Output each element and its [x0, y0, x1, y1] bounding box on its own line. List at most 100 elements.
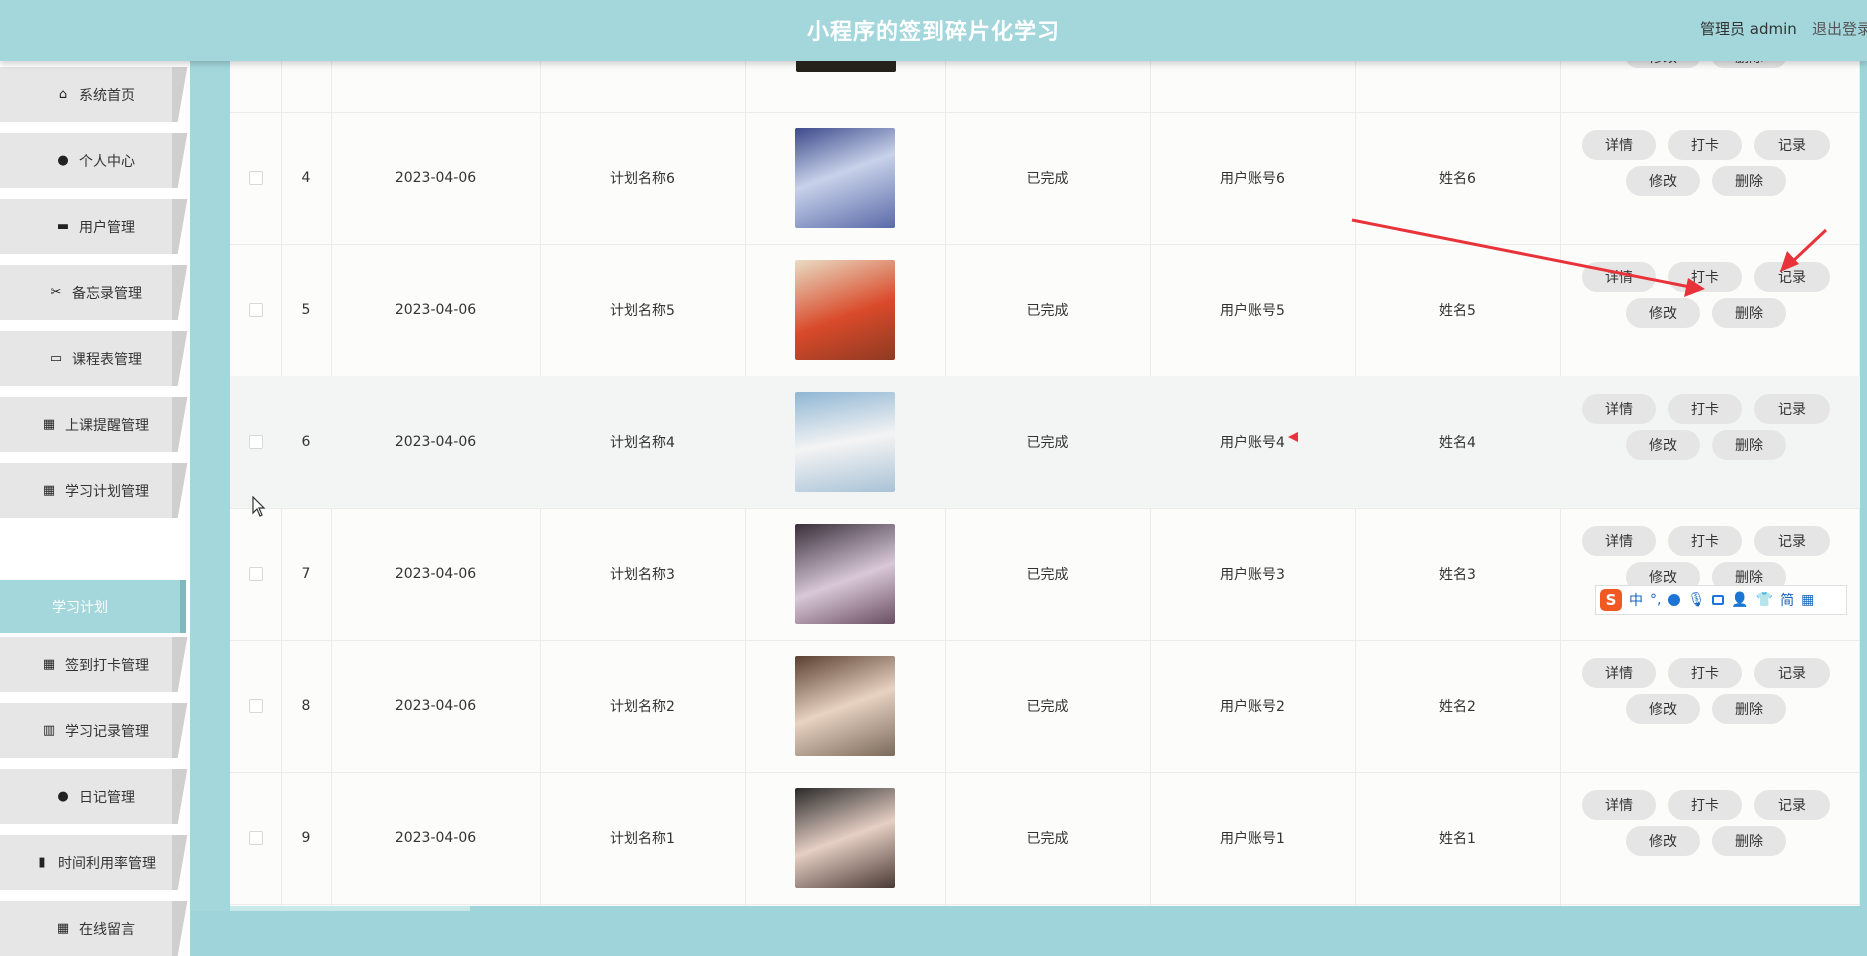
edit-button[interactable]: 修改: [1626, 166, 1700, 196]
row-date: 2023-04-06: [394, 170, 477, 186]
edit-button[interactable]: 修改: [1626, 826, 1700, 856]
sidebar-item-label: 备忘录管理: [72, 285, 142, 302]
delete-button[interactable]: 删除: [1712, 298, 1786, 328]
edit-button[interactable]: 修改: [1626, 694, 1700, 724]
row-status: 已完成: [1026, 567, 1069, 583]
sidebar-item-time-usage[interactable]: ▮ 时间利用率管理: [0, 835, 190, 890]
row-index: 5: [301, 302, 311, 318]
sidebar-item-study-record[interactable]: ▥ 学习记录管理: [0, 703, 190, 758]
punch-button[interactable]: 打卡: [1668, 394, 1742, 424]
delete-button[interactable]: 删除: [1712, 694, 1786, 724]
sidebar-item-users[interactable]: ▬ 用户管理: [0, 199, 190, 254]
record-button[interactable]: 记录: [1754, 790, 1830, 820]
sidebar-item-message[interactable]: ▦ 在线留言: [0, 901, 190, 956]
current-user: 管理员 admin: [1700, 20, 1797, 38]
sidebar-item-home[interactable]: ⌂ 系统首页: [0, 67, 190, 122]
sidebar-subitem-study-plan[interactable]: 学习计划: [0, 580, 186, 633]
grid-icon: ▦: [42, 417, 56, 432]
detail-button[interactable]: 详情: [1582, 526, 1656, 556]
delete-button[interactable]: 删除: [1712, 166, 1786, 196]
microphone-icon[interactable]: 🎙: [1687, 592, 1705, 608]
grid-icon: ▦: [56, 921, 70, 936]
sidebar-item-diary[interactable]: ● 日记管理: [0, 769, 190, 824]
record-button[interactable]: 记录: [1754, 262, 1830, 292]
row-checkbox[interactable]: [248, 435, 263, 449]
row-status: 已完成: [1026, 303, 1069, 319]
row-name: 姓名4: [1439, 435, 1476, 451]
plan-image: [795, 524, 895, 624]
punch-button[interactable]: 打卡: [1668, 658, 1742, 688]
sidebar-item-profile[interactable]: ● 个人中心: [0, 133, 190, 188]
record-button[interactable]: 记录: [1754, 130, 1830, 160]
sogou-logo-icon: S: [1600, 589, 1622, 611]
grid-icon[interactable]: ▦: [1801, 592, 1814, 608]
skin-icon[interactable]: 👕: [1756, 592, 1773, 608]
record-button[interactable]: 记录: [1754, 394, 1830, 424]
user-icon: ●: [57, 153, 69, 168]
punch-button[interactable]: 打卡: [1668, 130, 1742, 160]
grid-icon: ▦: [42, 657, 56, 672]
row-status: 已完成: [1026, 699, 1069, 715]
row-name: 姓名3: [1439, 567, 1476, 583]
plan-image: [795, 656, 895, 756]
detail-button[interactable]: 详情: [1582, 658, 1656, 688]
horizontal-scrollbar[interactable]: [230, 906, 470, 911]
row-account: 用户账号6: [1220, 171, 1285, 187]
home-icon: ⌂: [58, 87, 68, 102]
row-date: 2023-04-06: [394, 698, 477, 714]
sidebar: ⌂ 系统首页 ● 个人中心 ▬ 用户管理 ✂ 备忘录管理 ▭ 课程表管理 ▦ 上课提醒管理 …: [0, 61, 190, 956]
edit-button[interactable]: 修改: [1626, 298, 1700, 328]
sidebar-item-label: 学习计划管理: [65, 483, 149, 500]
logout-link[interactable]: 退出登录: [1812, 18, 1867, 39]
ime-simplified[interactable]: 简: [1780, 590, 1794, 610]
row-date: 2023-04-06: [394, 302, 477, 318]
ime-language[interactable]: 中: [1629, 590, 1643, 610]
user-icon[interactable]: 👤: [1731, 592, 1748, 608]
row-status: 已完成: [1026, 171, 1069, 187]
punch-button[interactable]: 打卡: [1668, 526, 1742, 556]
sidebar-item-checkin[interactable]: ▦ 签到打卡管理: [0, 637, 190, 692]
ime-toolbar[interactable]: S 中 °, 🎙 👤 👕 简 ▦: [1595, 585, 1847, 615]
row-account: 用户账号2: [1220, 699, 1285, 715]
sidebar-item-memo[interactable]: ✂ 备忘录管理: [0, 265, 190, 320]
record-button[interactable]: 记录: [1754, 526, 1830, 556]
detail-button[interactable]: 详情: [1582, 130, 1656, 160]
row-index: 8: [301, 698, 311, 714]
keyboard-icon[interactable]: [1712, 595, 1725, 605]
row-name: 姓名6: [1439, 171, 1476, 187]
grid-icon: ▦: [42, 483, 56, 498]
sidebar-item-schedule[interactable]: ▭ 课程表管理: [0, 331, 190, 386]
app-title: 小程序的签到碎片化学习: [806, 20, 1060, 45]
bar-chart-icon: ▮: [38, 855, 46, 870]
punch-button[interactable]: 打卡: [1668, 262, 1742, 292]
row-date: 2023-04-06: [394, 566, 477, 582]
row-checkbox[interactable]: [248, 171, 263, 185]
row-checkbox[interactable]: [248, 831, 263, 845]
table-row: 5 2023-04-06 计划名称5 已完成 用户账号5 姓名5 详情 打卡 记…: [230, 244, 1860, 377]
row-account: 用户账号5: [1220, 303, 1285, 319]
record-button[interactable]: 记录: [1754, 658, 1830, 688]
detail-button[interactable]: 详情: [1582, 262, 1656, 292]
emoji-icon[interactable]: [1668, 594, 1681, 606]
punch-button[interactable]: 打卡: [1668, 790, 1742, 820]
sidebar-item-label: 上课提醒管理: [65, 417, 149, 434]
delete-button[interactable]: 删除: [1712, 826, 1786, 856]
delete-button[interactable]: 删除: [1712, 430, 1786, 460]
row-date: 2023-04-06: [394, 434, 477, 450]
row-checkbox[interactable]: [248, 303, 263, 317]
row-index: 7: [301, 566, 311, 582]
row-checkbox[interactable]: [248, 567, 263, 581]
row-plan-name: 计划名称6: [610, 171, 675, 187]
sidebar-item-label: 日记管理: [79, 789, 135, 806]
sidebar-item-class-reminder[interactable]: ▦ 上课提醒管理: [0, 397, 190, 452]
row-checkbox[interactable]: [248, 699, 263, 713]
mouse-cursor-icon: [252, 496, 266, 517]
row-plan-name: 计划名称3: [610, 567, 675, 583]
detail-button[interactable]: 详情: [1582, 394, 1656, 424]
sidebar-item-study-plan[interactable]: ▦ 学习计划管理: [0, 463, 190, 518]
ime-punctuation[interactable]: °,: [1650, 592, 1661, 608]
row-account: 用户账号4: [1220, 435, 1285, 451]
sidebar-item-label: 签到打卡管理: [65, 657, 149, 674]
edit-button[interactable]: 修改: [1626, 430, 1700, 460]
detail-button[interactable]: 详情: [1582, 790, 1656, 820]
